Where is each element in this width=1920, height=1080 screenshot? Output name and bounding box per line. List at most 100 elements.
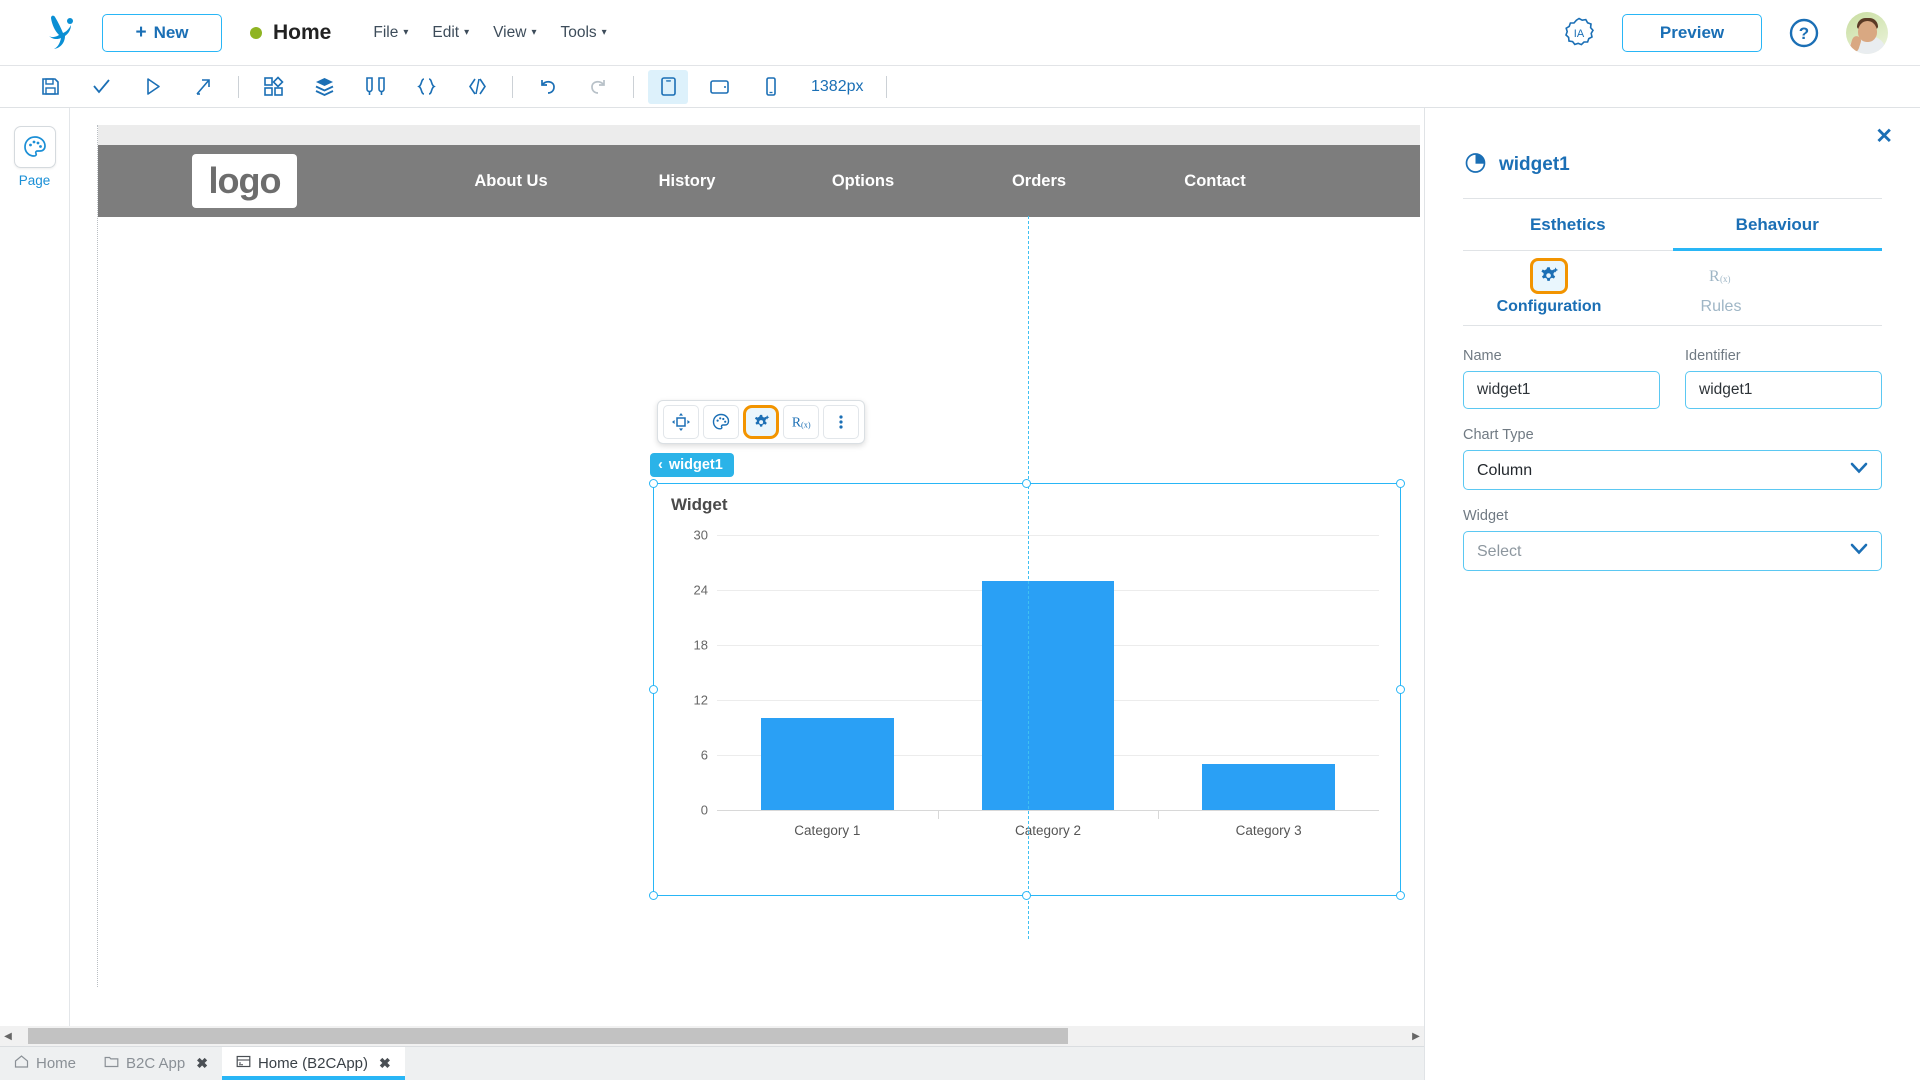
tab-esthetics[interactable]: Esthetics	[1463, 199, 1673, 251]
chart-type-field-group: Chart Type Column	[1463, 427, 1882, 490]
preview-button[interactable]: Preview	[1622, 13, 1762, 52]
panel-tabs: Esthetics Behaviour	[1463, 199, 1882, 251]
home-icon	[14, 1054, 29, 1073]
menu-edit[interactable]: Edit ▾	[432, 24, 469, 42]
palette-esthetics-icon[interactable]	[703, 405, 739, 439]
identifier-label: Identifier	[1685, 348, 1741, 364]
scroll-left-arrow-icon[interactable]: ◀	[0, 1031, 16, 1042]
identifier-input[interactable]	[1685, 371, 1882, 409]
configuration-gear-icon	[1530, 258, 1568, 294]
chevron-left-icon: ‹	[658, 457, 663, 473]
tab-close-icon[interactable]: ✖	[196, 1055, 208, 1072]
nav-link-orders[interactable]: Orders	[951, 172, 1127, 191]
tab-close-icon[interactable]: ✖	[379, 1055, 391, 1072]
name-input[interactable]	[1463, 371, 1660, 409]
code-icon[interactable]	[457, 70, 497, 104]
toolbar-divider	[512, 75, 513, 98]
layers-icon[interactable]	[304, 70, 344, 104]
design-canvas[interactable]: logo About Us History Options Orders Con…	[70, 108, 1420, 1028]
avatar[interactable]	[1846, 11, 1888, 54]
sidebar-item-page[interactable]: Page	[13, 126, 56, 188]
subtab-configuration[interactable]: Configuration	[1463, 251, 1635, 325]
svg-text:R: R	[1709, 268, 1720, 285]
menu-tools[interactable]: Tools ▾	[560, 24, 606, 42]
chart-x-tick-mark	[937, 810, 939, 819]
scrollbar-thumb[interactable]	[28, 1028, 1068, 1044]
run-play-icon[interactable]	[132, 70, 172, 104]
chart-bar[interactable]	[1202, 764, 1335, 810]
toolbar-divider	[885, 75, 887, 98]
more-options-icon[interactable]	[823, 405, 859, 439]
palette-icon	[13, 126, 56, 168]
braces-icon[interactable]	[406, 70, 446, 104]
app-paw-logo-icon[interactable]	[36, 11, 82, 55]
redo-icon[interactable]	[578, 70, 618, 104]
tablet-view-icon[interactable]	[699, 70, 739, 104]
panel-title: widget1	[1499, 154, 1570, 175]
scrollbar-track[interactable]	[16, 1028, 1408, 1044]
chart-y-tick-label: 30	[693, 527, 708, 543]
question-circle-icon[interactable]: ?	[1788, 17, 1820, 49]
close-icon[interactable]: ✕	[1875, 126, 1893, 147]
rules-rx-icon: R (x)	[1702, 258, 1740, 294]
tab-b2c-app-label: B2C App	[126, 1055, 186, 1072]
svg-text:(x): (x)	[1720, 274, 1731, 284]
widget-label: Widget	[1463, 508, 1509, 524]
components-grid-icon[interactable]	[253, 70, 293, 104]
header-actions: IA Preview ?	[1562, 11, 1896, 54]
canvas-horizontal-scrollbar[interactable]: ◀ ▶	[0, 1026, 1424, 1046]
subtab-rules[interactable]: R (x) Rules	[1635, 251, 1807, 325]
validate-check-icon[interactable]	[81, 70, 121, 104]
nav-link-contact[interactable]: Contact	[1127, 172, 1303, 191]
nav-link-history[interactable]: History	[599, 172, 775, 191]
chart-type-select[interactable]: Column	[1463, 450, 1882, 490]
current-page-indicator: Home	[250, 21, 331, 45]
chart-bar[interactable]	[981, 580, 1115, 810]
editor-toolbar: 1382px	[0, 66, 1920, 108]
widget-select[interactable]: Select	[1463, 531, 1882, 571]
menu-view[interactable]: View ▾	[493, 24, 536, 42]
widget-breadcrumb-badge[interactable]: ‹ widget1	[650, 453, 734, 477]
alignment-guide-vertical	[1028, 216, 1029, 939]
rules-rx-icon[interactable]: R (x)	[783, 405, 819, 439]
new-button-label: New	[153, 22, 189, 42]
chart-y-tick-label: 18	[693, 637, 708, 653]
subtab-configuration-label: Configuration	[1496, 298, 1602, 315]
chart-y-tick-label: 0	[700, 802, 708, 818]
chevron-down-icon: ▾	[531, 27, 537, 38]
name-label: Name	[1463, 348, 1502, 364]
nav-link-options[interactable]: Options	[775, 172, 951, 191]
chart-x-tick-label: Category 1	[794, 823, 861, 838]
page-icon	[236, 1054, 251, 1073]
chart-bar[interactable]	[761, 718, 894, 810]
chevron-down-icon: ▾	[464, 27, 470, 38]
chart-title: Widget	[671, 495, 728, 514]
undo-icon[interactable]	[527, 70, 567, 104]
new-button[interactable]: + New	[102, 13, 222, 52]
deploy-export-icon[interactable]	[183, 70, 223, 104]
chart-x-axis	[717, 810, 1379, 819]
folder-icon	[104, 1054, 119, 1073]
scroll-right-arrow-icon[interactable]: ▶	[1408, 1031, 1424, 1042]
tab-home-b2capp[interactable]: Home (B2CApp) ✖	[221, 1047, 405, 1080]
move-resize-icon[interactable]	[663, 405, 699, 439]
tab-home-label: Home	[36, 1055, 77, 1072]
save-icon[interactable]	[30, 70, 70, 104]
menu-file[interactable]: File ▾	[373, 24, 408, 42]
plus-icon: +	[135, 22, 147, 43]
toolbar-divider	[238, 75, 239, 98]
configuration-gear-icon[interactable]	[743, 405, 779, 439]
mobile-view-icon[interactable]	[750, 70, 790, 104]
chevron-down-icon: ▾	[601, 27, 607, 38]
desktop-view-icon[interactable]	[648, 69, 688, 104]
tab-behaviour[interactable]: Behaviour	[1672, 199, 1882, 251]
variables-sliders-icon[interactable]	[355, 70, 395, 104]
nav-link-about-us[interactable]: About Us	[423, 172, 599, 191]
menu-bar: File ▾ Edit ▾ View ▾ Tools ▾	[373, 24, 606, 42]
tab-home[interactable]: Home	[0, 1047, 90, 1080]
chart-widget[interactable]: Widget 0 6 12 18 24 30 Category 1 Category 2 Ca…	[653, 483, 1401, 896]
site-logo[interactable]: logo	[192, 154, 297, 208]
site-navbar: logo About Us History Options Orders Con…	[98, 145, 1420, 217]
tab-b2c-app[interactable]: B2C App ✖	[90, 1047, 222, 1080]
ia-badge-icon[interactable]: IA	[1562, 16, 1596, 50]
